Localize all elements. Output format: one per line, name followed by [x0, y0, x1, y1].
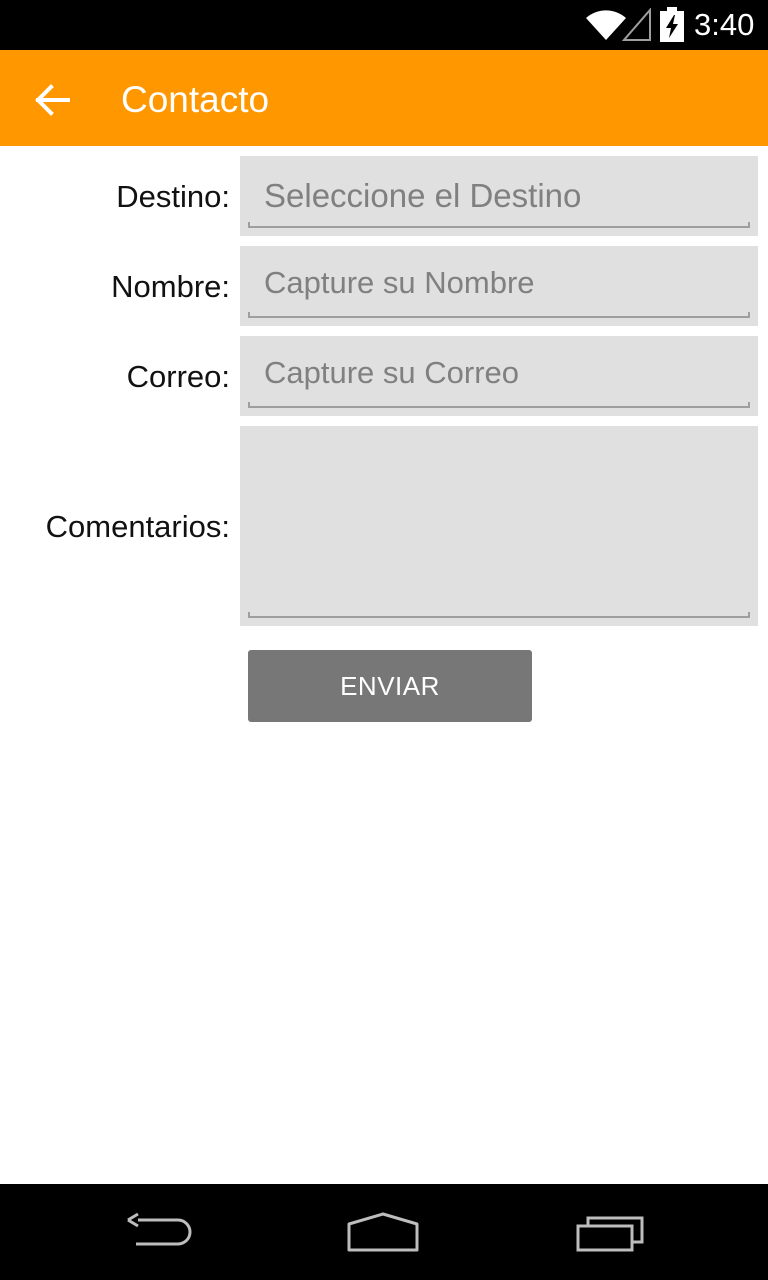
status-clock: 3:40 — [694, 7, 755, 42]
recent-apps-icon[interactable] — [574, 1210, 646, 1254]
destino-label: Destino: — [116, 179, 230, 214]
battery-charging-icon — [660, 7, 684, 42]
correo-placeholder: Capture su Correo — [264, 355, 520, 390]
arrow-left-icon[interactable] — [32, 80, 72, 120]
comentarios-label: Comentarios: — [45, 509, 230, 544]
destino-select[interactable]: Seleccione el Destino — [240, 156, 758, 236]
home-nav-icon[interactable] — [347, 1210, 419, 1254]
nombre-underline — [248, 312, 750, 318]
cell-signal-icon — [622, 8, 651, 41]
status-bar: 3:40 — [0, 0, 768, 50]
nombre-field[interactable]: Capture su Nombre — [240, 246, 758, 326]
nombre-label: Nombre: — [111, 269, 230, 304]
nombre-placeholder: Capture su Nombre — [264, 265, 535, 300]
app-bar: Contacto — [0, 50, 768, 146]
enviar-button[interactable]: ENVIAR — [248, 650, 532, 722]
contact-screen: 3:40 Contacto Destino: Seleccione el Des… — [0, 0, 768, 1280]
destino-underline — [248, 222, 750, 228]
correo-label: Correo: — [126, 359, 230, 394]
comentarios-textarea[interactable] — [240, 426, 758, 626]
destino-placeholder: Seleccione el Destino — [264, 177, 582, 214]
back-nav-icon[interactable] — [124, 1210, 196, 1254]
comentarios-underline — [248, 612, 750, 618]
navigation-bar — [0, 1184, 768, 1280]
correo-underline — [248, 402, 750, 408]
correo-field[interactable]: Capture su Correo — [240, 336, 758, 416]
page-title: Contacto — [121, 79, 270, 120]
